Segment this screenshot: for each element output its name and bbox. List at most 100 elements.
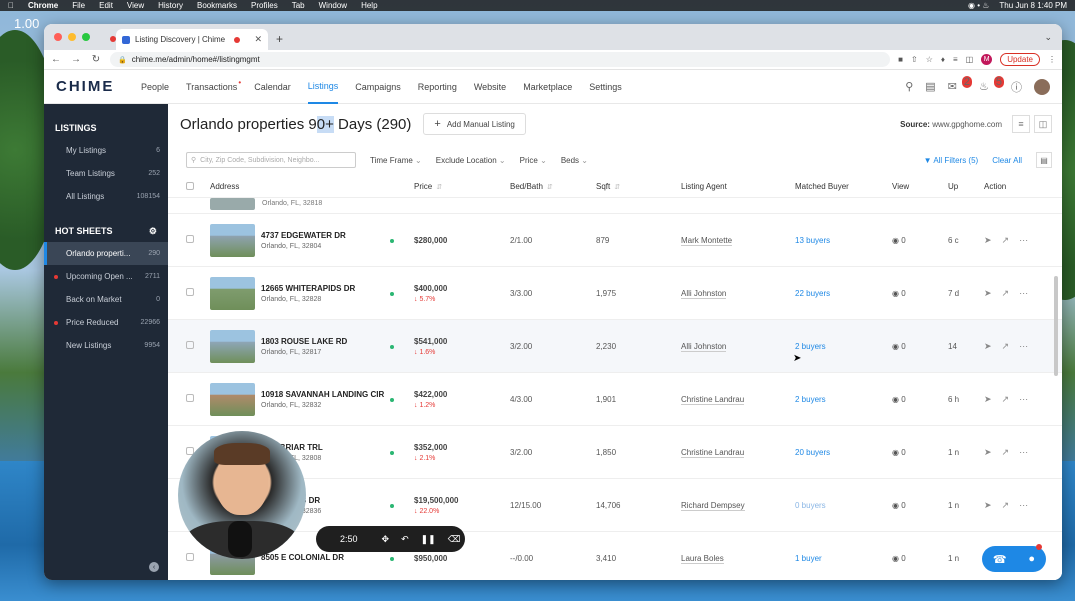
row-agent[interactable]: Alli Johnston — [681, 288, 727, 299]
nav-people[interactable]: People — [141, 70, 169, 104]
row-agent[interactable]: Alli Johnston — [681, 341, 727, 352]
add-manual-listing-button[interactable]: + Add Manual Listing — [423, 113, 526, 135]
send-icon[interactable]: ➤ — [984, 288, 992, 299]
update-button[interactable]: Update — [1000, 53, 1040, 66]
table-row[interactable]: 4737 EDGEWATER DR Orlando, FL, 32804 $280,… — [168, 214, 1062, 267]
row-matched-buyers[interactable]: 2 buyers — [795, 395, 826, 404]
bell-icon[interactable]: ♨ 5 — [979, 76, 1004, 93]
external-link-icon[interactable]: ↗ — [1002, 500, 1010, 511]
close-window-icon[interactable] — [54, 33, 62, 41]
reading-list-icon[interactable]: ≡ — [953, 55, 958, 64]
tab-search-icon[interactable]: ⌄ — [1044, 32, 1052, 43]
reload-icon[interactable]: ↻ — [90, 54, 102, 65]
menu-edit[interactable]: Edit — [99, 1, 113, 10]
filter-exclude-location[interactable]: Exclude Location — [436, 156, 506, 165]
external-link-icon[interactable]: ↗ — [1002, 235, 1010, 246]
sidebar-item-team-listings[interactable]: Team Listings 252 — [44, 162, 168, 185]
calendar-filter-icon[interactable]: ▤ — [1036, 152, 1052, 168]
list-view-icon[interactable]: ≡ — [1012, 115, 1030, 133]
close-tab-icon[interactable]: ✕ — [254, 34, 262, 45]
forward-icon[interactable]: → — [70, 54, 82, 65]
menubar-clock[interactable]: Thu Jun 8 1:40 PM — [999, 1, 1067, 10]
minimize-window-icon[interactable] — [68, 33, 76, 41]
nav-listings[interactable]: Listings — [307, 70, 339, 104]
address-cell[interactable]: 10918 SAVANNAH LANDING CIR Orlando, FL, 3… — [210, 382, 390, 416]
row-matched-buyers[interactable]: 0 buyers — [795, 501, 826, 510]
external-link-icon[interactable]: ↗ — [1002, 394, 1010, 405]
col-address[interactable]: Address — [210, 182, 390, 191]
row-checkbox[interactable] — [186, 394, 210, 404]
nav-marketplace[interactable]: Marketplace — [523, 70, 572, 104]
more-icon[interactable]: ⋯ — [1019, 341, 1028, 352]
row-agent[interactable]: Christine Landrau — [681, 394, 745, 405]
more-icon[interactable]: ⋯ — [1019, 288, 1028, 299]
more-icon[interactable]: ⋯ — [1019, 394, 1028, 405]
table-row[interactable]: 1803 ROUSE LAKE RD Orlando, FL, 32817 $541… — [168, 320, 1062, 373]
chrome-menu-icon[interactable]: ⋮ — [1048, 55, 1056, 64]
inbox-icon[interactable]: ✉ 2 — [948, 76, 972, 93]
more-icon[interactable]: ⋯ — [1019, 235, 1028, 246]
nav-reporting[interactable]: Reporting — [418, 70, 457, 104]
send-icon[interactable]: ➤ — [984, 235, 992, 246]
menu-chrome[interactable]: Chrome — [28, 1, 58, 10]
col-price[interactable]: Price ⇵ — [414, 182, 510, 191]
row-checkbox[interactable] — [186, 235, 210, 245]
menu-window[interactable]: Window — [319, 1, 347, 10]
nav-settings[interactable]: Settings — [589, 70, 622, 104]
webcam-overlay[interactable] — [178, 431, 306, 559]
row-agent[interactable]: Richard Dempsey — [681, 500, 745, 511]
table-row[interactable]: 10918 SAVANNAH LANDING CIR Orlando, FL, 3… — [168, 373, 1062, 426]
table-row-partial[interactable]: Orlando, FL, 32818 — [168, 198, 1062, 214]
col-bed-bath[interactable]: Bed/Bath ⇵ — [510, 182, 596, 191]
table-row[interactable]: FOX BRIAR TRLOrlando, FL, 32808$352,000↓… — [168, 426, 1062, 479]
menu-tab[interactable]: Tab — [292, 1, 305, 10]
external-link-icon[interactable]: ↗ — [1002, 447, 1010, 458]
property-photo[interactable] — [210, 329, 255, 363]
row-agent[interactable]: Laura Boles — [681, 553, 724, 564]
menu-view[interactable]: View — [127, 1, 144, 10]
table-scrollbar[interactable] — [1054, 276, 1058, 376]
nav-calendar[interactable]: Calendar — [254, 70, 291, 104]
row-street[interactable]: 4737 EDGEWATER DR — [261, 230, 346, 241]
sidebar-item-orlando[interactable]: Orlando properti... 290 — [44, 242, 168, 265]
table-row[interactable]: 8505 E COLONIAL DR $950,000 --/0.00 3,410 La… — [168, 532, 1062, 580]
contact-widget[interactable]: ☎ ● — [982, 544, 1046, 572]
nav-campaigns[interactable]: Campaigns — [355, 70, 401, 104]
pause-icon[interactable]: ❚❚ — [421, 534, 436, 545]
camera-icon[interactable]: ■ — [898, 55, 903, 64]
filter-time-frame[interactable]: Time Frame — [370, 156, 422, 165]
all-filters-button[interactable]: ▼ All Filters (5) — [924, 156, 979, 165]
filter-beds[interactable]: Beds — [561, 156, 588, 165]
row-street[interactable]: 1803 ROUSE LAKE RD — [261, 336, 347, 347]
send-icon[interactable]: ➤ — [984, 447, 992, 458]
extensions-icon[interactable]: ♦ — [941, 55, 945, 64]
help-icon[interactable]: ⓘ — [1011, 79, 1022, 95]
chat-icon[interactable]: ● — [1028, 553, 1035, 565]
table-row[interactable]: 12665 WHITERAPIDS DR Orlando, FL, 32828 $4… — [168, 267, 1062, 320]
row-matched-buyers[interactable]: 13 buyers — [795, 236, 830, 245]
row-checkbox[interactable] — [186, 288, 210, 298]
more-icon[interactable]: ⋯ — [1019, 500, 1028, 511]
user-avatar[interactable] — [1034, 78, 1050, 95]
url-input[interactable]: 🔒 chime.me/admin/home#/listingmgmt — [110, 52, 891, 67]
calendar-icon[interactable]: ▤ — [925, 80, 935, 93]
profile-avatar[interactable]: M — [981, 54, 993, 65]
row-street[interactable]: 12665 WHITERAPIDS DR — [261, 283, 355, 294]
address-cell[interactable]: 4737 EDGEWATER DR Orlando, FL, 32804 — [210, 223, 390, 257]
row-agent[interactable]: Christine Landrau — [681, 447, 745, 458]
row-agent[interactable]: Mark Montette — [681, 235, 733, 246]
send-icon[interactable]: ➤ — [984, 500, 992, 511]
bookmark-star-icon[interactable]: ☆ — [926, 55, 933, 64]
menu-file[interactable]: File — [72, 1, 85, 10]
row-matched-buyers[interactable]: 2 buyers — [795, 342, 826, 351]
search-icon[interactable]: ⚲ — [905, 80, 913, 93]
row-street[interactable]: 10918 SAVANNAH LANDING CIR — [261, 389, 384, 400]
row-checkbox[interactable] — [186, 341, 210, 351]
menu-bookmarks[interactable]: Bookmarks — [197, 1, 237, 10]
sidebar-item-all-listings[interactable]: All Listings 108154 — [44, 185, 168, 208]
collapse-sidebar-icon[interactable]: ‹ — [149, 562, 159, 572]
address-cell[interactable]: 1803 ROUSE LAKE RD Orlando, FL, 32817 — [210, 329, 390, 363]
address-cell[interactable]: 12665 WHITERAPIDS DR Orlando, FL, 32828 — [210, 276, 390, 310]
sidepanel-icon[interactable]: ◫ — [966, 55, 974, 64]
nav-transactions[interactable]: Transactions • — [186, 70, 241, 104]
